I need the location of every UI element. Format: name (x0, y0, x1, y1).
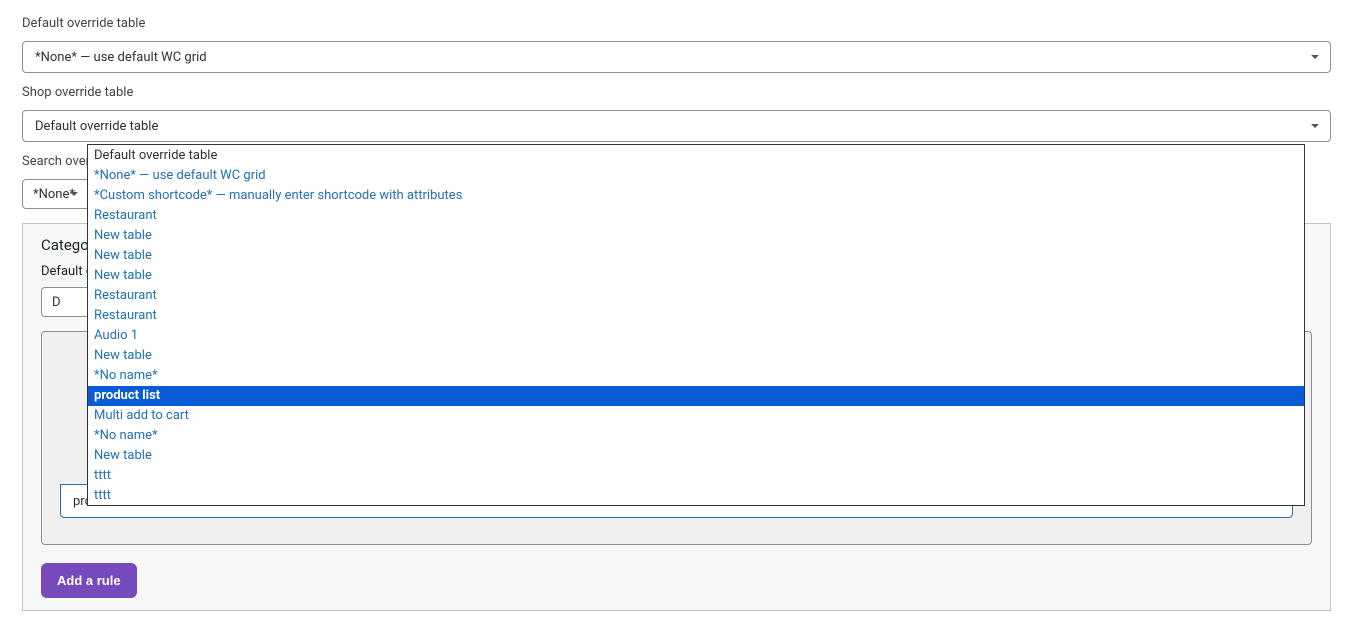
dropdown-option[interactable]: *No name* (88, 366, 1304, 386)
dropdown-option[interactable]: Restaurant (88, 286, 1304, 306)
default-override-select[interactable]: *None* — use default WC grid (22, 41, 1331, 73)
dropdown-option[interactable]: tttt (88, 466, 1304, 486)
dropdown-option[interactable]: *Custom shortcode* — manually enter shor… (88, 186, 1304, 206)
chevron-down-icon (1310, 121, 1320, 131)
dropdown-option[interactable]: Multi add to cart (88, 406, 1304, 426)
shop-override-label: Shop override table (22, 85, 1331, 100)
dropdown-option[interactable]: Restaurant (88, 306, 1304, 326)
dropdown-list[interactable]: Default override table*None* — use defau… (88, 145, 1304, 505)
chevron-down-icon (69, 189, 79, 199)
add-rule-button[interactable]: Add a rule (41, 563, 137, 598)
search-override-select[interactable]: *None* (22, 179, 90, 209)
dropdown-option[interactable]: New table (88, 346, 1304, 366)
default-override-value: *None* — use default WC grid (35, 50, 207, 65)
shop-override-select[interactable]: Default override table (22, 110, 1331, 142)
chevron-down-icon (1310, 52, 1320, 62)
dropdown-option[interactable]: tttt (88, 486, 1304, 505)
dropdown-option[interactable]: New table (88, 246, 1304, 266)
dropdown-option[interactable]: Audio 1 (88, 326, 1304, 346)
shop-override-value: Default override table (35, 119, 158, 134)
dropdown-option[interactable]: Restaurant (88, 206, 1304, 226)
default-override-label: Default override table (22, 16, 1331, 31)
shop-override-dropdown[interactable]: Default override table*None* — use defau… (87, 144, 1305, 506)
dropdown-option[interactable]: *No name* (88, 426, 1304, 446)
dropdown-option[interactable]: New table (88, 446, 1304, 466)
inner-default-value: D (52, 295, 61, 310)
dropdown-option[interactable]: New table (88, 266, 1304, 286)
dropdown-option[interactable]: Default override table (88, 146, 1304, 166)
dropdown-option[interactable]: New table (88, 226, 1304, 246)
dropdown-option[interactable]: product list (88, 386, 1304, 406)
dropdown-option[interactable]: *None* — use default WC grid (88, 166, 1304, 186)
